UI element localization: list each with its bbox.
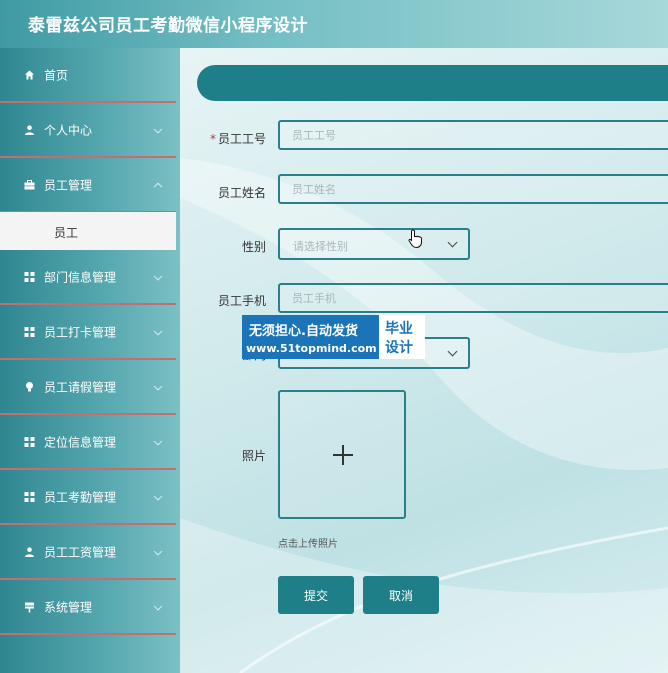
- user-icon: [24, 546, 35, 557]
- grid-icon: [24, 491, 35, 502]
- watermark-badge: 毕业 设计: [379, 315, 425, 359]
- watermark-badge-line2: 设计: [385, 340, 413, 356]
- gender-label: 性别: [241, 240, 266, 254]
- content-header-bar: [197, 65, 668, 101]
- employee-no-label: * 员工工号: [196, 130, 266, 147]
- grid-icon: [24, 436, 35, 447]
- sidebar-item-leave-management[interactable]: 员工请假管理: [0, 360, 176, 415]
- sidebar-item-employee-management[interactable]: 员工管理: [0, 158, 176, 213]
- sidebar-item-home[interactable]: 首页: [0, 48, 176, 103]
- sidebar-item-label: 员工工资管理: [44, 545, 117, 559]
- sidebar-item-label: 员工考勤管理: [44, 490, 117, 504]
- chevron-up-icon: [153, 182, 163, 191]
- watermark-url: www.51topmind.com: [246, 342, 377, 355]
- watermark-badge-line1: 毕业: [385, 321, 413, 337]
- employee-name-label: 员工姓名: [217, 186, 266, 200]
- employee-name-input[interactable]: [278, 174, 668, 204]
- sidebar-item-salary-management[interactable]: 员工工资管理: [0, 525, 176, 580]
- chevron-down-icon: [153, 546, 163, 556]
- photo-upload[interactable]: [278, 390, 406, 519]
- sidebar-item-label: 定位信息管理: [44, 435, 117, 449]
- watermark-line1: 无须担心.自动发货: [249, 324, 358, 339]
- sidebar-item-label: 员工管理: [44, 178, 93, 192]
- chevron-down-icon: [153, 326, 163, 336]
- sidebar-item-personal-center[interactable]: 个人中心: [0, 103, 176, 158]
- sidebar-item-attendance-management[interactable]: 员工考勤管理: [0, 470, 176, 525]
- photo-upload-hint: 点击上传照片: [278, 539, 338, 550]
- sidebar-item-label: 首页: [44, 68, 69, 82]
- sidebar-item-label: 系统管理: [44, 600, 93, 614]
- bulb-icon: [24, 381, 35, 392]
- submit-button[interactable]: 提交: [278, 576, 354, 614]
- employee-no-input[interactable]: [278, 120, 668, 150]
- phone-label: 员工手机: [217, 294, 266, 308]
- sidebar-subitem-employee[interactable]: 员工: [0, 212, 176, 250]
- sidebar-item-label: 员工打卡管理: [44, 325, 117, 339]
- sidebar-item-department-info[interactable]: 部门信息管理: [0, 250, 176, 305]
- employee-no-label-text: 员工工号: [217, 132, 266, 146]
- app-header: 泰雷兹公司员工考勤微信小程序设计: [0, 0, 668, 48]
- chevron-down-icon: [153, 601, 163, 611]
- sidebar-item-clock-in-management[interactable]: 员工打卡管理: [0, 305, 176, 360]
- chevron-down-icon: [447, 346, 458, 357]
- user-icon: [24, 124, 35, 135]
- cancel-button[interactable]: 取消: [363, 576, 439, 614]
- chevron-down-icon: [153, 271, 163, 281]
- chevron-down-icon: [447, 237, 458, 248]
- chevron-down-icon: [153, 381, 163, 391]
- grid-icon: [24, 326, 35, 337]
- chevron-down-icon: [153, 124, 163, 134]
- gender-select[interactable]: 请选择性别: [278, 228, 470, 260]
- sign-icon: [24, 601, 35, 612]
- sidebar-subitem-label: 员工: [54, 226, 79, 240]
- briefcase-icon: [24, 179, 35, 190]
- required-mark: *: [209, 132, 216, 146]
- watermark-banner: 无须担心.自动发货 www.51topmind.com 毕业 设计: [242, 315, 425, 359]
- sidebar-item-label: 个人中心: [44, 123, 93, 137]
- chevron-down-icon: [153, 491, 163, 501]
- grid-icon: [24, 271, 35, 282]
- home-icon: [24, 69, 35, 80]
- app-title: 泰雷兹公司员工考勤微信小程序设计: [28, 16, 308, 36]
- chevron-down-icon: [153, 436, 163, 446]
- sidebar-item-location-info[interactable]: 定位信息管理: [0, 415, 176, 470]
- phone-input[interactable]: [278, 283, 668, 313]
- sidebar-item-system-management[interactable]: 系统管理: [0, 580, 176, 635]
- gender-select-placeholder: 请选择性别: [293, 240, 348, 253]
- sidebar-item-label: 部门信息管理: [44, 270, 117, 284]
- photo-label: 照片: [241, 449, 266, 463]
- hand-cursor-icon: [408, 229, 422, 249]
- sidebar-item-label: 员工请假管理: [44, 380, 117, 394]
